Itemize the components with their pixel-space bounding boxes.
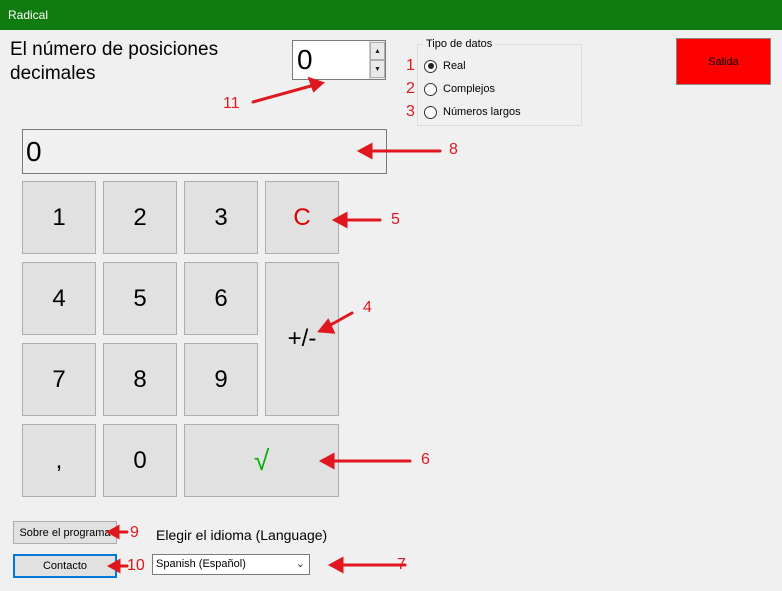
annotation-1: 1 [406,57,415,74]
arrow-8-head [356,142,373,160]
annotation-6: 6 [421,451,430,468]
arrow-11 [251,82,320,104]
annotation-4: 4 [363,299,372,316]
arrow-4-head [317,318,336,334]
arrow-6-head [318,452,335,470]
annotation-8: 8 [449,141,458,158]
annotation-9: 9 [130,524,139,541]
annotation-11: 11 [223,95,240,112]
annotation-7: 7 [397,556,406,573]
arrow-10-head [106,558,121,574]
arrow-9-head [105,524,120,540]
annotation-3: 3 [406,103,415,120]
annotation-arrows [105,76,442,574]
arrow-7-head [327,556,344,574]
arrow-11-head [307,76,325,93]
annotation-2: 2 [406,80,415,97]
annotation-5: 5 [391,211,400,228]
annotation-10: 10 [127,557,145,574]
arrow-5-head [331,211,348,229]
